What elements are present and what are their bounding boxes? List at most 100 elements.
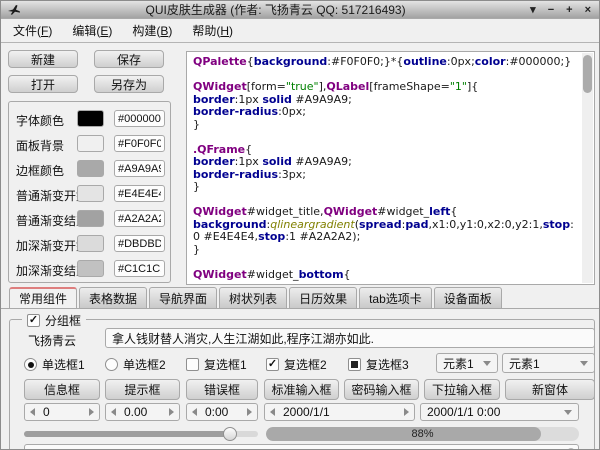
quote-input[interactable] bbox=[105, 328, 595, 348]
chevron-down-icon bbox=[580, 361, 588, 366]
code-token: #A9A9A9; bbox=[292, 155, 352, 168]
color-swatch[interactable] bbox=[77, 110, 104, 127]
color-swatch[interactable] bbox=[77, 185, 104, 202]
groupbox-checkbox[interactable]: ✓ bbox=[27, 314, 40, 327]
file-button-1[interactable]: 保存 bbox=[94, 50, 164, 68]
color-hex-input[interactable] bbox=[114, 160, 165, 177]
spin-up-icon[interactable] bbox=[169, 408, 174, 416]
dialog-button-6[interactable]: 新窗体 bbox=[505, 379, 595, 400]
skin-menu-icon[interactable]: ▾ bbox=[530, 1, 536, 19]
color-setting-label: 边框颜色 bbox=[16, 162, 64, 179]
code-token: .QFrame bbox=[193, 143, 245, 156]
checkbox-3[interactable]: 复选框3 bbox=[348, 356, 409, 373]
checkbox-3-indicator[interactable] bbox=[348, 358, 361, 371]
dialog-button-0[interactable]: 信息框 bbox=[24, 379, 100, 400]
spinbox-0[interactable]: 0 bbox=[24, 403, 100, 421]
window-title: QUI皮肤生成器 (作者: 飞扬青云 QQ: 517216493) bbox=[21, 1, 530, 19]
combo-1[interactable]: 元素1 bbox=[436, 353, 498, 373]
dialog-button-4[interactable]: 密码输入框 bbox=[344, 379, 419, 400]
color-hex-input[interactable] bbox=[114, 135, 165, 152]
spinbox-3[interactable]: 2000/1/1 bbox=[264, 403, 415, 421]
file-button-0[interactable]: 新建 bbox=[8, 50, 78, 68]
tab-item-4[interactable]: 日历效果 bbox=[289, 287, 357, 309]
color-setting-row: 边框颜色 bbox=[9, 160, 170, 177]
color-swatch[interactable] bbox=[77, 260, 104, 277]
code-token: :#F0F0F0;}*{ bbox=[327, 56, 403, 68]
code-token: QPalette bbox=[193, 56, 247, 68]
color-hex-input[interactable] bbox=[114, 185, 165, 202]
minimize-icon[interactable]: − bbox=[548, 1, 554, 19]
close-icon[interactable]: × bbox=[585, 1, 591, 19]
slider-fill bbox=[24, 431, 230, 437]
groupbox-legend[interactable]: ✓ 分组框 bbox=[22, 312, 86, 329]
color-swatch[interactable] bbox=[77, 210, 104, 227]
menu-item-B[interactable]: 构建(B) bbox=[122, 19, 182, 42]
editor-scrollbar[interactable] bbox=[582, 53, 593, 283]
radio-2-indicator[interactable] bbox=[105, 358, 118, 371]
dialog-button-1[interactable]: 提示框 bbox=[105, 379, 180, 400]
color-hex-input[interactable] bbox=[114, 210, 165, 227]
spinbox-1[interactable]: 0.00 bbox=[105, 403, 180, 421]
datetime-combo[interactable]: 2000/1/1 0:00 bbox=[420, 403, 579, 421]
bottom-text-edit[interactable]: 拿人钱财替人消灾,人生江湖如此,程序江湖亦如此. bbox=[24, 444, 579, 450]
code-token: solid bbox=[262, 93, 292, 106]
qss-code-editor[interactable]: QPalette{background:#F0F0F0;}*{outline:0… bbox=[186, 51, 595, 285]
code-line: background:qlineargradient(spread:pad,x1… bbox=[193, 219, 580, 244]
spinbox-value: 0:00 bbox=[197, 405, 247, 419]
file-button-3[interactable]: 另存为 bbox=[94, 75, 164, 93]
file-button-2[interactable]: 打开 bbox=[8, 75, 78, 93]
checkbox-2[interactable]: ✓ 复选框2 bbox=[266, 356, 327, 373]
checkbox-1[interactable]: 复选框1 bbox=[186, 356, 247, 373]
code-token: :#000000;} bbox=[506, 56, 572, 68]
titlebar[interactable]: QUI皮肤生成器 (作者: 飞扬青云 QQ: 517216493) ▾ − + … bbox=[1, 1, 599, 19]
qss-code-text[interactable]: QPalette{background:#F0F0F0;}*{outline:0… bbox=[193, 56, 580, 282]
radio-1-indicator[interactable] bbox=[24, 358, 37, 371]
checkbox-1-indicator[interactable] bbox=[186, 358, 199, 371]
code-token: QLabel bbox=[326, 80, 369, 93]
tab-item-5[interactable]: tab选项卡 bbox=[359, 287, 432, 309]
menu-item-E[interactable]: 编辑(E) bbox=[62, 19, 122, 42]
color-hex-input[interactable] bbox=[114, 235, 165, 252]
tab-item-1[interactable]: 表格数据 bbox=[79, 287, 147, 309]
tab-item-3[interactable]: 树状列表 bbox=[219, 287, 287, 309]
code-token: solid bbox=[262, 155, 292, 168]
dialog-button-5[interactable]: 下拉输入框 bbox=[424, 379, 500, 400]
dialog-button-3[interactable]: 标准输入框 bbox=[264, 379, 339, 400]
slider-handle[interactable] bbox=[223, 427, 237, 441]
slider[interactable] bbox=[24, 427, 258, 441]
spin-up-icon[interactable] bbox=[89, 408, 94, 416]
code-line: border-radius:3px; bbox=[193, 169, 580, 182]
spin-up-icon[interactable] bbox=[247, 408, 252, 416]
tab-item-2[interactable]: 导航界面 bbox=[149, 287, 217, 309]
color-hex-input[interactable] bbox=[114, 110, 165, 127]
code-token: background bbox=[254, 56, 328, 68]
code-token: :0px; bbox=[447, 56, 475, 68]
checkbox-2-indicator[interactable]: ✓ bbox=[266, 358, 279, 371]
spinbox-2[interactable]: 0:00 bbox=[186, 403, 258, 421]
code-token: :0px; bbox=[278, 105, 306, 118]
spin-up-icon[interactable] bbox=[404, 408, 409, 416]
tab-item-6[interactable]: 设备面板 bbox=[434, 287, 502, 309]
color-setting-row: 普通渐变开始 bbox=[9, 185, 170, 202]
chevron-down-icon bbox=[564, 410, 572, 415]
menu-item-H[interactable]: 帮助(H) bbox=[182, 19, 243, 42]
color-swatch[interactable] bbox=[77, 135, 104, 152]
editor-scrollbar-thumb[interactable] bbox=[583, 55, 592, 93]
tab-item-0[interactable]: 常用组件 bbox=[9, 287, 77, 309]
progress-label: 88% bbox=[266, 427, 579, 441]
code-token: border bbox=[193, 93, 235, 106]
radio-2[interactable]: 单选框2 bbox=[105, 356, 166, 373]
dialog-button-2[interactable]: 错误框 bbox=[186, 379, 258, 400]
menu-item-F[interactable]: 文件(F) bbox=[3, 19, 62, 42]
app-window: QUI皮肤生成器 (作者: 飞扬青云 QQ: 517216493) ▾ − + … bbox=[0, 0, 600, 450]
code-token: { bbox=[450, 205, 457, 218]
color-hex-input[interactable] bbox=[114, 260, 165, 277]
spinbox-value: 2000/1/1 bbox=[275, 405, 404, 419]
maximize-icon[interactable]: + bbox=[566, 1, 572, 19]
code-token: QWidget bbox=[324, 205, 378, 218]
color-swatch[interactable] bbox=[77, 160, 104, 177]
code-token: stop bbox=[543, 218, 570, 231]
radio-1[interactable]: 单选框1 bbox=[24, 356, 85, 373]
color-swatch[interactable] bbox=[77, 235, 104, 252]
combo-2[interactable]: 元素1 bbox=[502, 353, 595, 373]
